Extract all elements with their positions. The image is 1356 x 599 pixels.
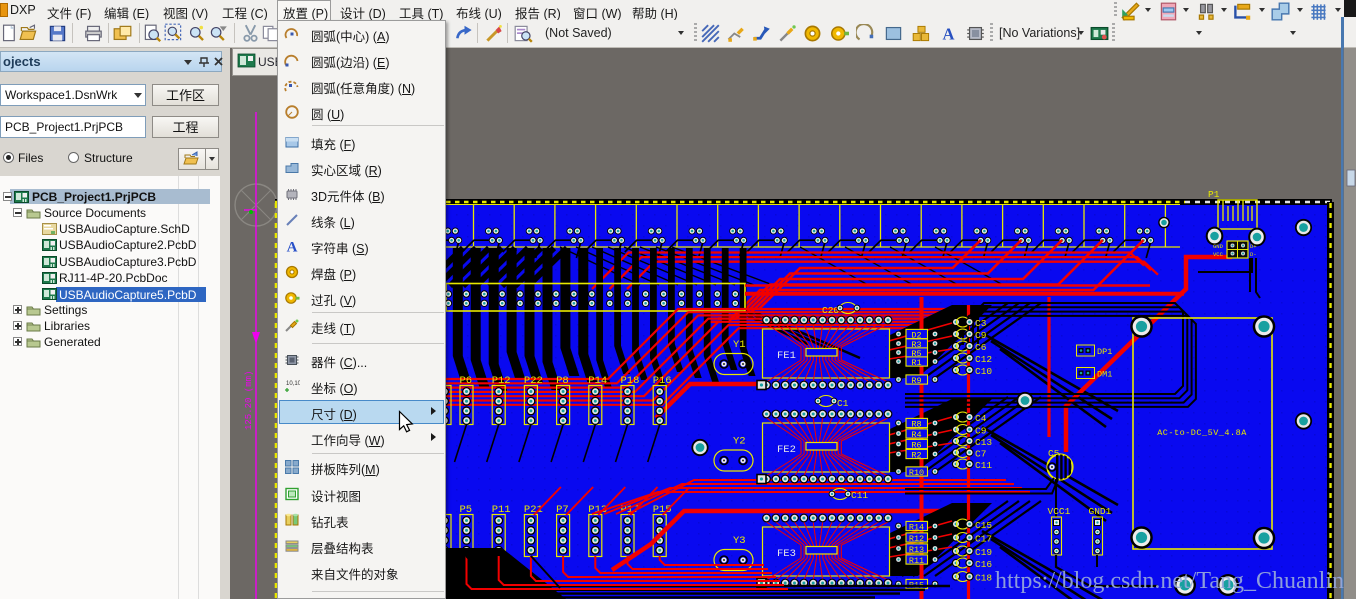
svg-text:C3: C3	[975, 318, 987, 329]
svg-text:C20: C20	[822, 305, 839, 316]
svg-text:FE2: FE2	[777, 444, 796, 456]
svg-text:A: A	[287, 240, 298, 255]
svg-text:C9: C9	[975, 330, 987, 341]
svg-text:R14: R14	[909, 523, 924, 533]
svg-text:R4: R4	[911, 430, 921, 440]
svg-text:FE3: FE3	[777, 548, 796, 560]
svg-text:C1: C1	[837, 398, 849, 409]
svg-text:C10: C10	[975, 366, 992, 377]
svg-text:C17: C17	[975, 534, 992, 545]
svg-text:R9: R9	[911, 376, 921, 386]
svg-text:R13: R13	[909, 545, 924, 555]
svg-text:A: A	[943, 24, 955, 43]
svg-text:D+: D+	[1250, 243, 1257, 250]
svg-text:Y3: Y3	[733, 535, 746, 547]
svg-text:C4: C4	[975, 413, 987, 424]
svg-text:C11: C11	[851, 490, 868, 501]
svg-text:C18: C18	[975, 573, 992, 584]
svg-text:C11: C11	[975, 460, 992, 471]
svg-text:C16: C16	[975, 559, 992, 570]
svg-text:C6: C6	[975, 342, 987, 353]
svg-text:FE1: FE1	[777, 350, 796, 362]
svg-text:C15: C15	[975, 520, 992, 531]
svg-text:C7: C7	[975, 449, 986, 460]
svg-text:10,10: 10,10	[286, 381, 300, 387]
svg-text:C19: C19	[975, 547, 992, 558]
svg-text:DM1: DM1	[1097, 370, 1112, 380]
svg-text:R12: R12	[909, 534, 924, 544]
svg-text:R10: R10	[909, 468, 924, 478]
svg-text:C12: C12	[975, 354, 992, 365]
svg-text:VCC: VCC	[1213, 251, 1224, 258]
svg-text:R8: R8	[911, 420, 921, 430]
svg-text:Y1: Y1	[733, 339, 746, 351]
svg-text:https://blog.csdn.net/Tang_Chu: https://blog.csdn.net/Tang_Chuanlin	[995, 568, 1344, 594]
svg-text:R11: R11	[909, 556, 924, 566]
svg-text:DP1: DP1	[1097, 347, 1112, 357]
svg-text:C13: C13	[975, 437, 992, 448]
svg-text:GND: GND	[1213, 243, 1224, 250]
svg-text:C9: C9	[975, 426, 987, 437]
svg-text:VCC1: VCC1	[1048, 506, 1071, 517]
svg-text:Y2: Y2	[733, 436, 746, 448]
svg-text:D-: D-	[1250, 251, 1257, 258]
svg-text:AC-to-DC_5V_4.8A: AC-to-DC_5V_4.8A	[1157, 428, 1247, 438]
svg-text:P1: P1	[1208, 189, 1220, 200]
svg-text:125.20 (mm): 125.20 (mm)	[244, 371, 254, 430]
svg-text:GND1: GND1	[1089, 506, 1112, 517]
svg-text:R2: R2	[911, 451, 921, 461]
svg-text:R1: R1	[911, 358, 921, 368]
